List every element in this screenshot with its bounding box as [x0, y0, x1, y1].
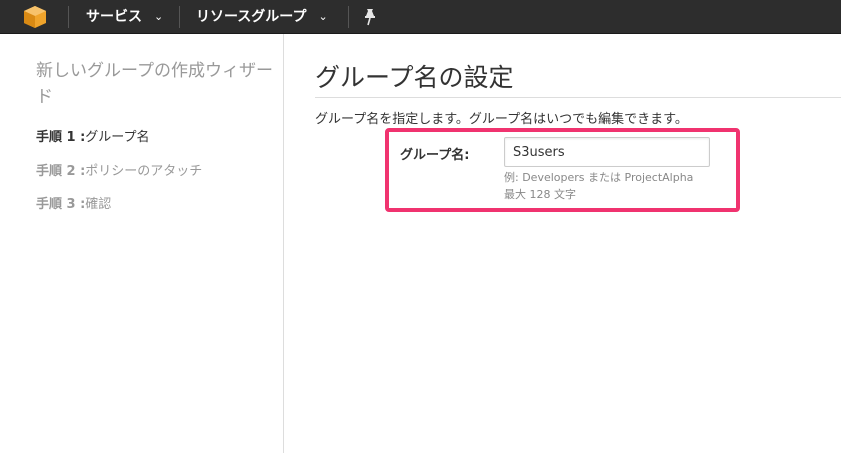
nav-divider [348, 6, 349, 28]
step-label: グループ名 [85, 130, 150, 145]
chevron-down-icon: ⌄ [154, 10, 164, 23]
page-description: グループ名を指定します。グループ名はいつでも編集できます。 [315, 112, 688, 127]
chevron-down-icon: ⌄ [318, 10, 328, 23]
step-label: 確認 [85, 197, 112, 212]
page-title: グループ名の設定 [315, 63, 514, 92]
top-navigation-bar: サービス ⌄ リソースグループ ⌄ [0, 0, 841, 34]
resource-groups-menu[interactable]: リソースグループ ⌄ [196, 0, 328, 34]
nav-divider [179, 6, 180, 28]
wizard-title: 新しいグループの作成ウィザード [36, 61, 273, 107]
group-name-example-hint: 例: Developers または ProjectAlpha [504, 171, 694, 184]
main-content: グループ名の設定 グループ名を指定します。グループ名はいつでも編集できます。 グ… [284, 34, 841, 453]
step-number: 手順 1 : [36, 130, 86, 145]
services-menu-label: サービス [86, 9, 142, 25]
step-label: ポリシーのアタッチ [85, 164, 203, 179]
nav-divider [68, 6, 69, 28]
group-name-label: グループ名: [400, 148, 470, 163]
step-number: 手順 2 : [36, 164, 86, 179]
title-divider [315, 97, 841, 98]
wizard-step-1[interactable]: 手順 1 :グループ名 [36, 126, 150, 145]
group-name-max-length-hint: 最大 128 文字 [504, 188, 576, 201]
wizard-step-2[interactable]: 手順 2 :ポリシーのアタッチ [36, 160, 202, 179]
aws-cube-icon[interactable] [22, 4, 48, 30]
resource-groups-menu-label: リソースグループ [196, 9, 307, 25]
wizard-step-3[interactable]: 手順 3 :確認 [36, 193, 111, 212]
wizard-sidebar: 新しいグループの作成ウィザード 手順 1 :グループ名 手順 2 :ポリシーのア… [0, 34, 284, 453]
group-name-input[interactable] [504, 137, 710, 167]
services-menu[interactable]: サービス ⌄ [86, 0, 163, 34]
step-number: 手順 3 : [36, 197, 86, 212]
pin-icon[interactable] [362, 8, 378, 26]
